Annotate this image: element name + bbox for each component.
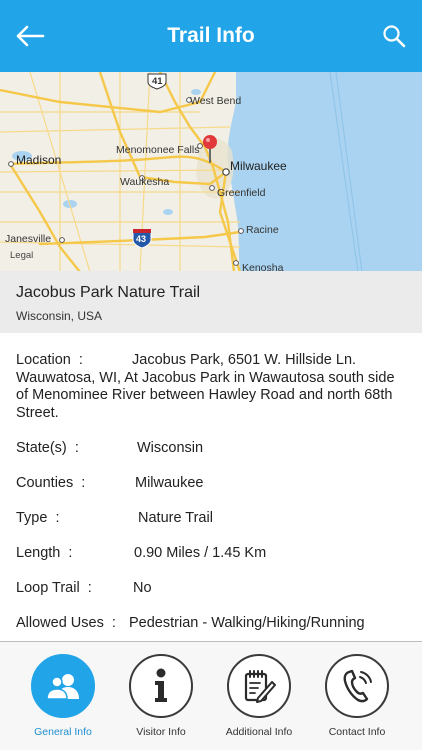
tab-contact-info[interactable]: Contact Info [317, 654, 397, 738]
map-label-waukesha: Waukesha [120, 176, 170, 188]
tab-contact-info-circle[interactable] [325, 654, 389, 718]
state-label: State(s) : [16, 440, 79, 456]
counties-value: Milwaukee [135, 475, 204, 491]
navigation-bar: Trail Info [0, 0, 422, 72]
map-label-menomonee-falls: Menomonee Falls [116, 144, 200, 156]
trail-region: Wisconsin, USA [16, 309, 103, 323]
tab-general-info-label: General Info [34, 726, 92, 738]
length-label: Length : [16, 545, 73, 561]
info-icon [155, 668, 167, 702]
allowed-uses-label: Allowed Uses : [16, 615, 116, 631]
allowed-uses-value: Pedestrian - Walking/Hiking/Running [129, 615, 365, 631]
loop-trail-value: No [133, 580, 152, 596]
type-label: Type : [16, 510, 60, 526]
trail-map[interactable]: 41 West Bend Menomonee Falls Madison Mil… [0, 72, 422, 272]
map-label-racine: Racine [246, 224, 279, 236]
location-label: Location : [16, 352, 83, 368]
trail-details: Location : Jacobus Park, 6501 W. Hillsid… [0, 333, 422, 641]
tab-visitor-info-label: Visitor Info [136, 726, 186, 738]
loop-trail-label: Loop Trail : [16, 580, 92, 596]
trail-title-block: Jacobus Park Nature Trail Wisconsin, USA [0, 271, 422, 333]
edit-note-icon [244, 670, 276, 703]
phone-icon [343, 669, 372, 703]
counties-label: Counties : [16, 475, 86, 491]
tab-general-info-circle[interactable] [31, 654, 95, 718]
map-label-janesville: Janesville [5, 233, 52, 245]
tab-contact-info-label: Contact Info [328, 726, 386, 738]
map-label-43: 43 [136, 234, 147, 244]
length-value: 0.90 Miles / 1.45 Km [134, 545, 267, 561]
map-label-greenfield: Greenfield [217, 187, 266, 199]
tab-additional-info[interactable]: Additional Info [219, 654, 299, 738]
map-label-milwaukee: Milwaukee [230, 159, 287, 173]
tab-additional-info-circle[interactable] [227, 654, 291, 718]
detail-row-location: Location : Jacobus Park, 6501 W. Hillsid… [16, 352, 408, 422]
tab-visitor-info-circle[interactable] [129, 654, 193, 718]
tab-visitor-info[interactable]: Visitor Info [121, 654, 201, 738]
map-label-west-bend: West Bend [190, 95, 242, 107]
map-label-madison: Madison [16, 153, 62, 167]
type-value: Nature Trail [138, 510, 213, 526]
map-label-41: 41 [152, 76, 163, 87]
search-button[interactable] [380, 22, 408, 50]
tab-additional-info-label: Additional Info [225, 726, 293, 738]
map-legal-link[interactable]: Legal [10, 250, 33, 261]
people-icon [46, 674, 79, 700]
trail-name: Jacobus Park Nature Trail [16, 284, 201, 301]
tab-general-info[interactable]: General Info [23, 654, 103, 738]
bottom-tab-bar: General Info Visitor Info Additional Inf… [0, 641, 422, 750]
search-icon [383, 25, 406, 48]
state-value: Wisconsin [137, 440, 204, 456]
page-title: Trail Info [167, 24, 255, 47]
